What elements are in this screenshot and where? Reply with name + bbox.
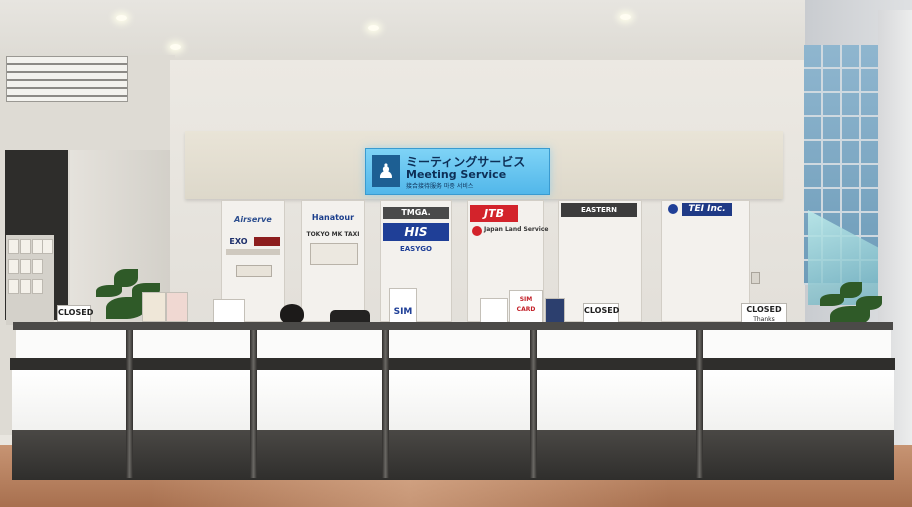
brand-strip (226, 249, 280, 255)
sign-multilingual-text: 接合接待服务 마중 서비스 (406, 183, 474, 190)
plant-leaf (114, 269, 138, 287)
sim-sign: SIM (389, 288, 417, 324)
brochure (20, 239, 31, 254)
counter-lower-panel (12, 370, 894, 432)
brochure (20, 259, 31, 274)
japan-land-service-logo: Japan Land Service (484, 226, 549, 233)
brochure (8, 239, 19, 254)
travel-brand-badge (254, 237, 280, 246)
counter-kickplate (12, 430, 894, 480)
people-meeting-icon: ♟ (372, 155, 400, 187)
desk-placard (213, 299, 245, 323)
brand-tag (236, 265, 272, 277)
brochure (32, 259, 43, 274)
floor-reflection (150, 480, 670, 507)
brochure (8, 279, 19, 294)
counter-band (10, 358, 895, 370)
sign-english-text: Meeting Service (406, 168, 507, 181)
ceiling-light (170, 44, 181, 50)
desk-placard (166, 292, 188, 322)
plant-leaf (106, 297, 146, 319)
desk-placard (480, 298, 508, 324)
agency-panel: TEI Inc. (661, 200, 750, 322)
counter-divider (696, 330, 703, 478)
exo-logo: EXO (229, 237, 248, 246)
brochure (32, 279, 43, 294)
service-notice (310, 243, 358, 265)
counter-divider (530, 330, 537, 478)
easygo-logo: EASYGO (399, 245, 432, 253)
brochure (20, 279, 31, 294)
counter-divider (126, 330, 133, 478)
desk-placard (142, 292, 166, 322)
tokyo-mk-taxi-logo: TOKYO MK TAXI (306, 231, 360, 238)
counter-divider (382, 330, 389, 478)
meeting-service-sign: ♟ ミーティングサービス Meeting Service 接合接待服务 마중 서… (365, 148, 550, 195)
sim-label: SIM (393, 307, 413, 317)
closed-sign: CLOSED (57, 305, 93, 322)
tei-icon (668, 204, 678, 214)
tei-logo: TEI Inc. (682, 203, 732, 216)
arrivals-hall-scene: ♟ ミーティングサービス Meeting Service 接合接待服务 마중 서… (0, 0, 912, 507)
wall-outlet (751, 272, 760, 284)
eastern-logo: EASTERN (561, 203, 637, 217)
closed-sign-label: CLOSED (746, 305, 782, 314)
ceiling-light (368, 25, 379, 31)
plant-leaf (840, 282, 862, 298)
air-vent (6, 56, 128, 102)
ceiling-light (620, 14, 631, 20)
brochure (8, 259, 19, 274)
ceiling-light (116, 15, 127, 21)
counter-top (13, 322, 893, 330)
desk-placard (545, 298, 565, 324)
hanatour-logo: Hanatour (311, 213, 355, 222)
counter-divider (250, 330, 257, 478)
tmga-logo: TMGA. (383, 207, 449, 219)
sim-card-label: SIM CARD (516, 296, 536, 313)
brochure (42, 239, 53, 254)
agency-panel: Hanatour TOKYO MK TAXI (301, 200, 365, 322)
potted-plant-right (810, 280, 890, 328)
his-logo: HIS (383, 223, 449, 241)
staff-person (280, 304, 304, 324)
closed-sign: CLOSED (583, 303, 619, 323)
airserve-logo: Airserve (234, 215, 272, 224)
sim-card-sign: SIM CARD (509, 290, 543, 324)
jtb-logo: JTB (470, 205, 518, 222)
japan-land-service-icon (472, 226, 482, 236)
brochure-rack (6, 235, 54, 325)
